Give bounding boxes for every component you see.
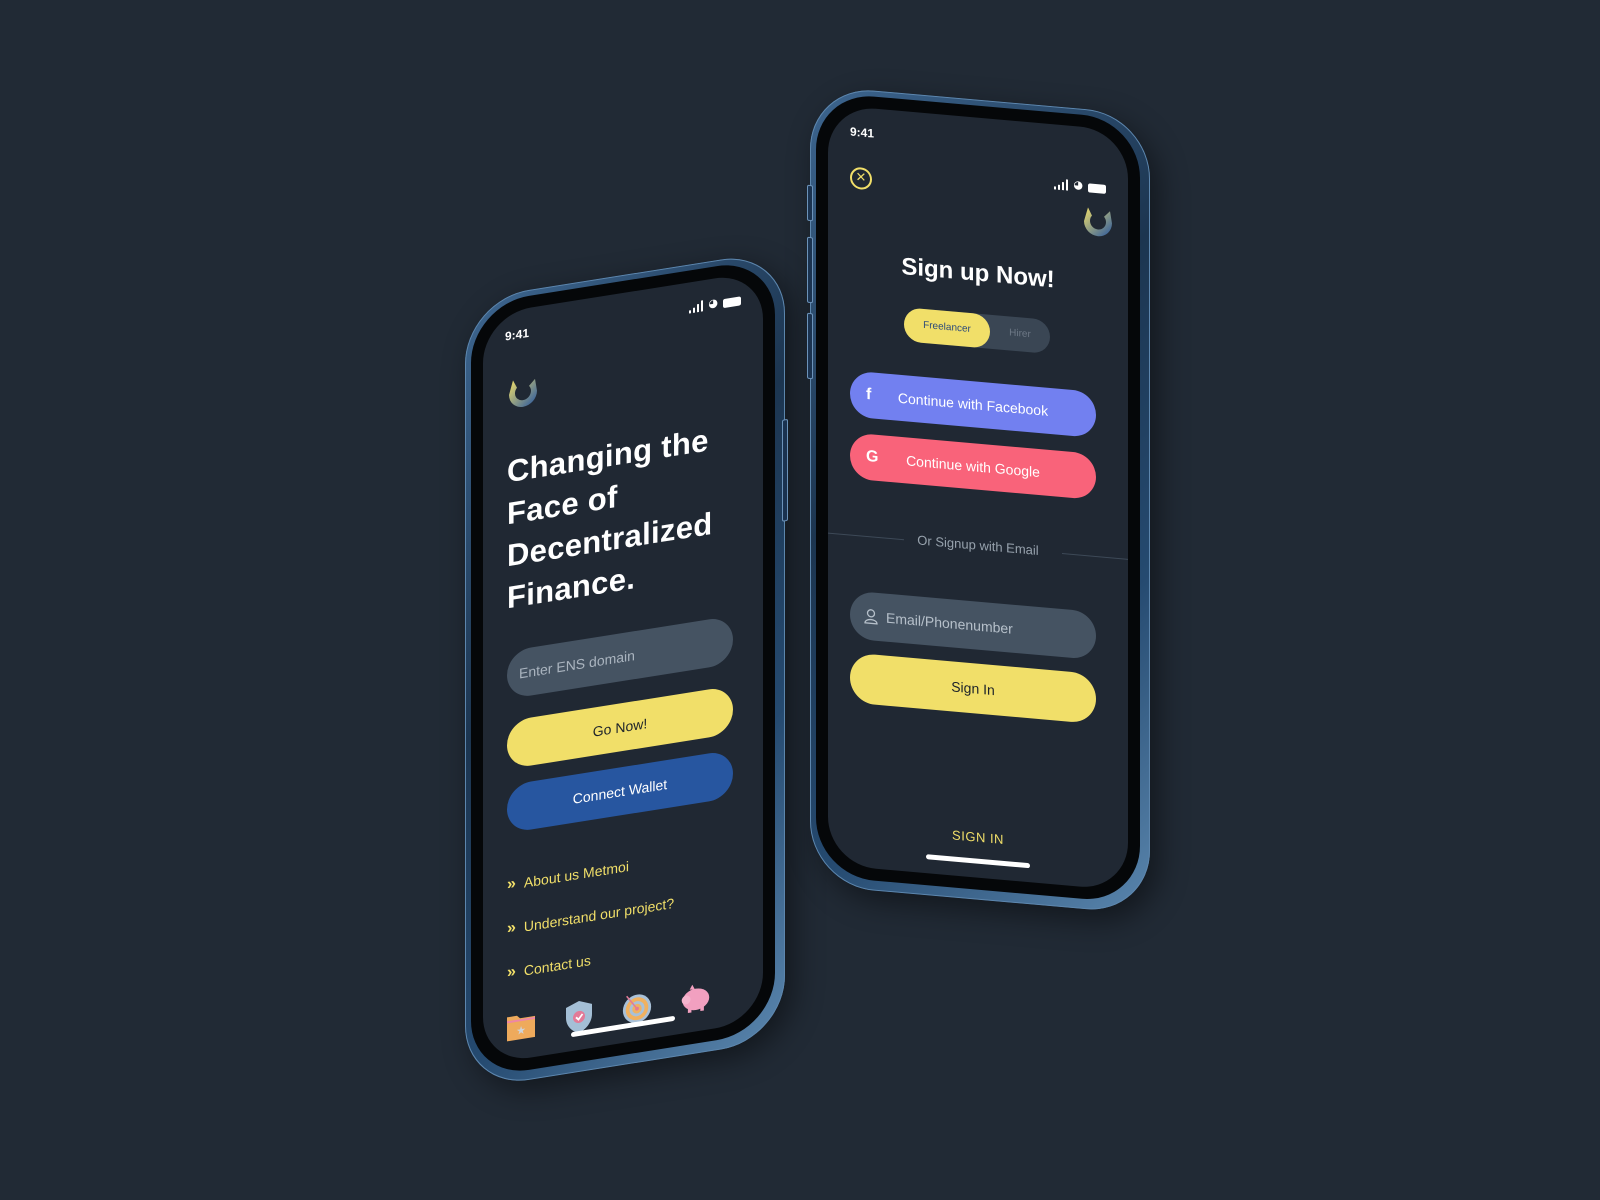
- battery-icon: [723, 296, 741, 309]
- role-toggle: Hirer Freelancer: [904, 307, 1050, 354]
- email-phone-input[interactable]: Email/Phonenumber: [850, 590, 1096, 661]
- wifi-icon: ◕: [708, 295, 718, 311]
- info-links: » About us Metmoi » Understand our proje…: [507, 837, 674, 995]
- status-bar: 9:41 ◕: [505, 292, 741, 345]
- divider-text: Or Signup with Email: [917, 532, 1039, 559]
- signal-icon: [1054, 178, 1069, 191]
- connect-wallet-label: Connect Wallet: [572, 775, 668, 807]
- phone-bezel: 9:41 ◕ ✕ Sign up Now! Hirer Freelancer f: [816, 91, 1140, 904]
- chevron-double-right-icon: »: [507, 918, 516, 938]
- phone-bezel: 9:41 ◕ Changing the Face of Decentralize…: [471, 256, 775, 1080]
- link-label: About us Metmoi: [523, 858, 629, 891]
- chevron-double-right-icon: »: [507, 874, 516, 894]
- folder-star-icon: ★: [505, 1007, 537, 1046]
- link-label: Contact us: [523, 952, 591, 979]
- signup-screen: 9:41 ◕ ✕ Sign up Now! Hirer Freelancer f: [828, 104, 1128, 891]
- toggle-option-freelancer[interactable]: Freelancer: [904, 307, 990, 349]
- toggle-option-hirer[interactable]: Hirer: [990, 315, 1050, 354]
- landing-screen: 9:41 ◕ Changing the Face of Decentralize…: [483, 270, 763, 1066]
- metmoi-logo: [509, 378, 537, 407]
- signal-icon: [689, 300, 704, 314]
- status-bar: 9:41 ◕: [850, 124, 1106, 194]
- continue-with-google-button[interactable]: G Continue with Google: [850, 432, 1096, 501]
- silent-switch: [807, 184, 813, 222]
- go-now-label: Go Now!: [592, 715, 648, 740]
- close-icon[interactable]: ✕: [850, 166, 872, 191]
- volume-down-button: [807, 312, 813, 380]
- svg-text:★: ★: [516, 1023, 526, 1037]
- sign-in-label: Sign In: [951, 678, 995, 699]
- battery-icon: [1088, 183, 1106, 194]
- chevron-double-right-icon: »: [507, 962, 516, 982]
- home-indicator: [926, 854, 1030, 869]
- metmoi-logo: [1084, 207, 1112, 237]
- wifi-icon: ◕: [1073, 178, 1083, 192]
- google-button-label: Continue with Google: [906, 452, 1040, 481]
- status-time: 9:41: [505, 325, 530, 344]
- email-placeholder: Email/Phonenumber: [886, 609, 1013, 637]
- ens-domain-input[interactable]: Enter ENS domain: [507, 615, 733, 700]
- email-divider: Or Signup with Email: [828, 523, 1128, 569]
- piggy-bank-icon: [679, 979, 711, 1018]
- user-icon: [864, 609, 878, 625]
- google-icon: G: [866, 447, 879, 466]
- facebook-icon: f: [866, 385, 872, 404]
- phone-mockup-signup: 9:41 ◕ ✕ Sign up Now! Hirer Freelancer f: [807, 85, 1150, 915]
- volume-up-button: [807, 236, 813, 304]
- facebook-button-label: Continue with Facebook: [897, 389, 1049, 419]
- page-title: Sign up Now!: [901, 252, 1055, 294]
- ens-placeholder: Enter ENS domain: [519, 647, 635, 682]
- status-time: 9:41: [850, 124, 875, 141]
- sign-in-button[interactable]: Sign In: [850, 652, 1096, 725]
- hero-heading: Changing the Face of Decentralized Finan…: [507, 419, 712, 620]
- side-button: [782, 418, 788, 522]
- continue-with-facebook-button[interactable]: f Continue with Facebook: [850, 370, 1096, 439]
- phone-mockup-landing: 9:41 ◕ Changing the Face of Decentralize…: [465, 249, 788, 1090]
- sign-in-link[interactable]: SIGN IN: [828, 817, 1128, 858]
